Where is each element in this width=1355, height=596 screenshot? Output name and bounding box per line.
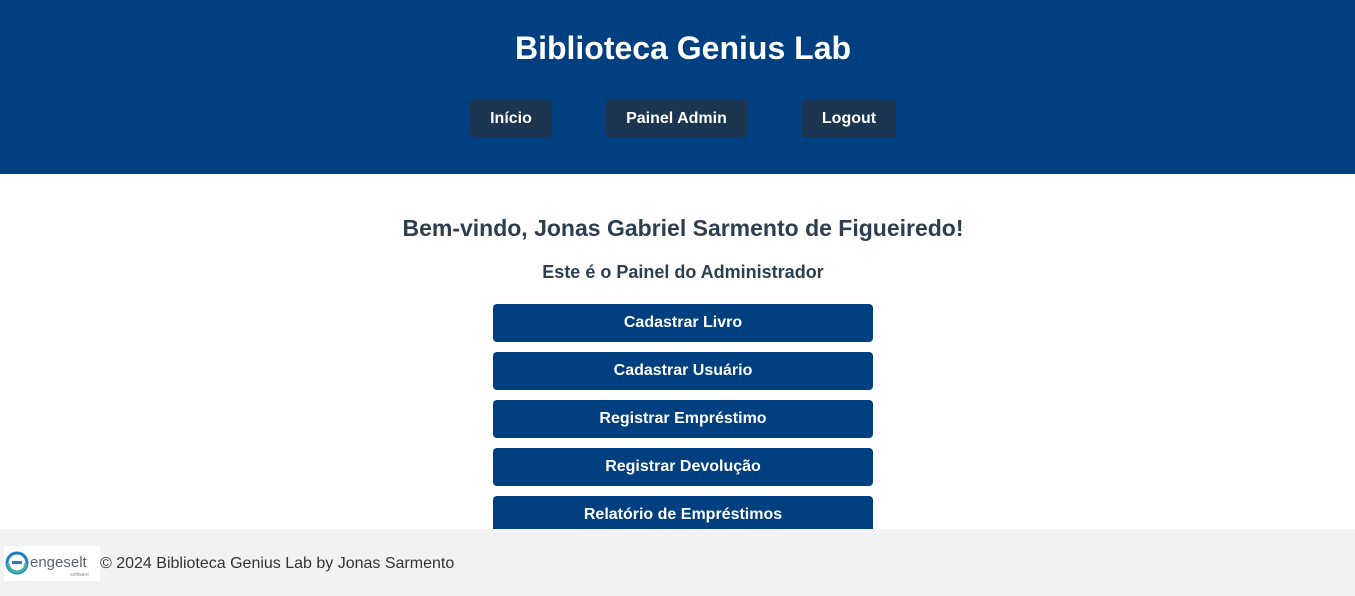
footer-copyright: © 2024 Biblioteca Genius Lab by Jonas Sa… [100,555,455,572]
register-return-button[interactable]: Registrar Devolução [493,448,873,486]
nav-admin-panel-button[interactable]: Painel Admin [606,100,747,138]
site-footer: engeselt software © 2024 Biblioteca Geni… [0,529,1355,596]
register-book-button[interactable]: Cadastrar Livro [493,304,873,342]
nav-logout-button[interactable]: Logout [802,100,896,138]
welcome-heading: Bem-vindo, Jonas Gabriel Sarmento de Fig… [402,215,964,241]
nav-home-button[interactable]: Início [470,100,552,138]
site-title: Biblioteca Genius Lab [514,30,852,66]
admin-panel-subtitle: Este é o Painel do Administrador [542,262,824,282]
svg-text:software: software [70,572,89,578]
engeselt-logo: engeselt software [4,546,100,581]
register-user-button[interactable]: Cadastrar Usuário [493,352,873,390]
site-header: Biblioteca Genius Lab Início Painel Admi… [0,0,1355,174]
svg-text:engeselt: engeselt [30,554,88,571]
register-loan-button[interactable]: Registrar Empréstimo [493,400,873,438]
